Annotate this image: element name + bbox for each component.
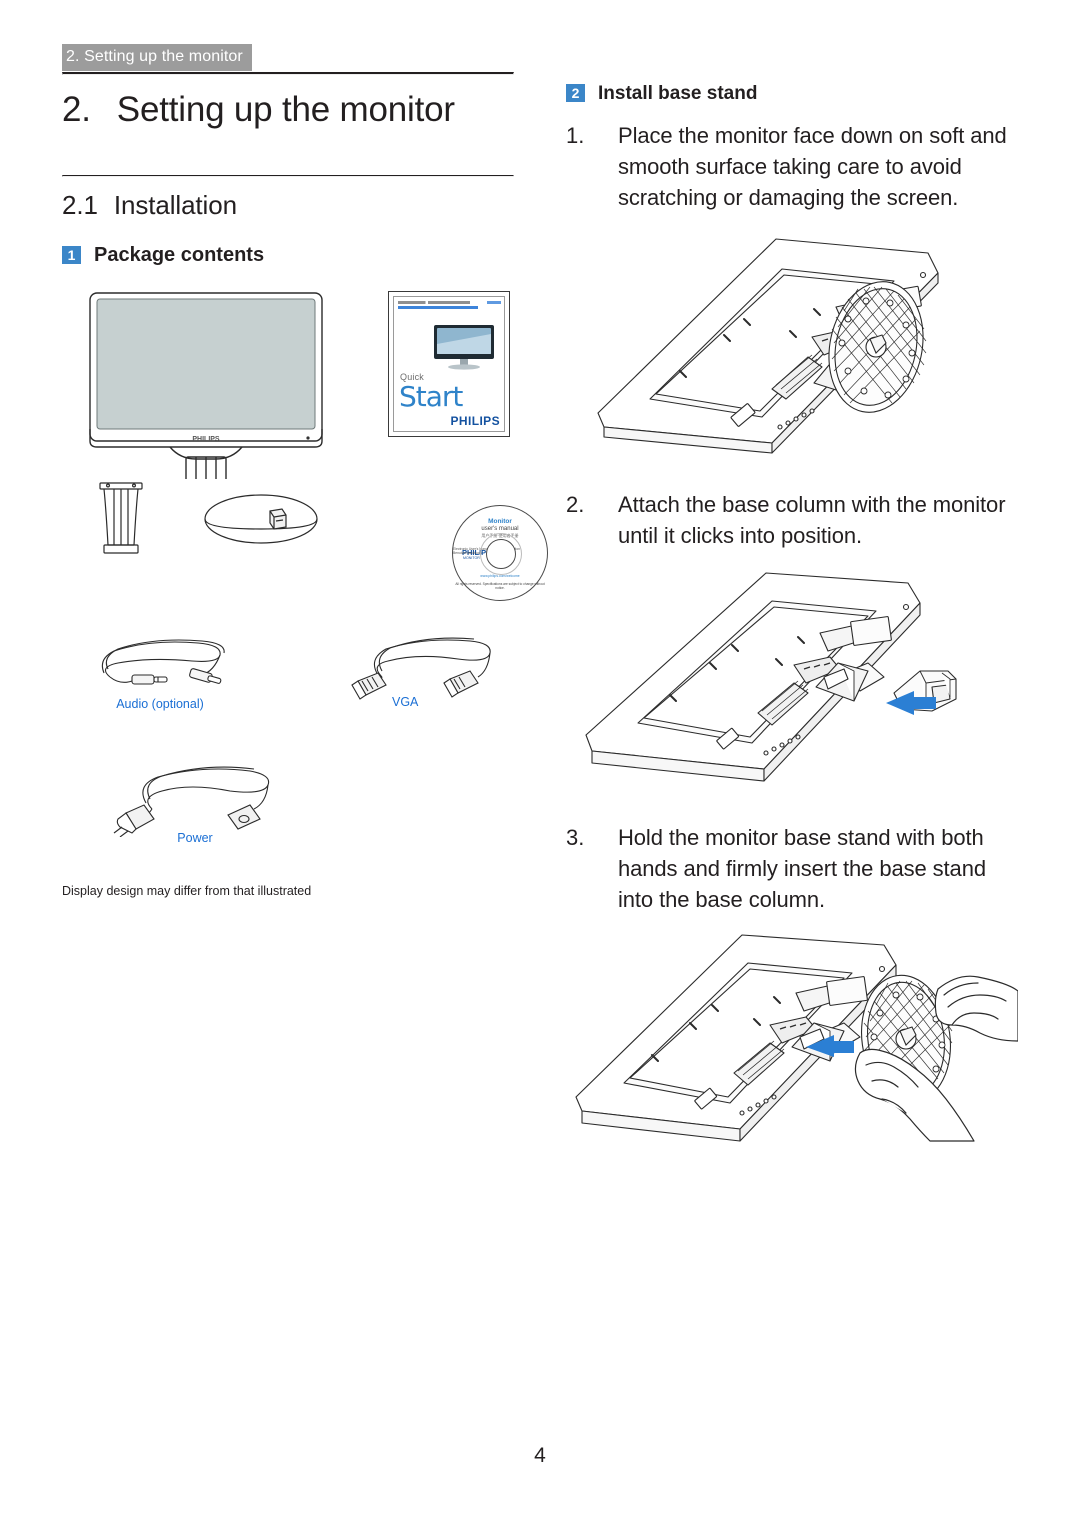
step-1-text: Place the monitor face down on soft and … <box>618 123 1007 210</box>
monitor-illustration: PHILIPS <box>89 292 323 479</box>
booklet-start-text: Start <box>399 380 463 413</box>
step-3-text: Hold the monitor base stand with both ha… <box>618 825 986 912</box>
step-1-number: 1. <box>566 123 585 148</box>
install-base-stand-label: Install base stand <box>598 83 758 104</box>
audio-cable-label: Audio (optional) <box>116 697 204 711</box>
cd-legal-text: All rights reserved. Specifications are … <box>455 581 545 590</box>
page-title: 2. Setting up the monitor <box>62 89 514 131</box>
page-number: 4 <box>534 1444 546 1467</box>
booklet-monitor-image <box>434 325 494 370</box>
step-2-number: 2. <box>566 492 585 517</box>
badge-1: 1 <box>62 246 81 264</box>
cd-illustration: Monitor user's manual 用户手册·使用者手册 PHILIPS… <box>452 505 548 601</box>
base-stand-illustration <box>204 494 318 544</box>
step-3: 3. Hold the monitor base stand with both… <box>566 822 1018 915</box>
cd-subtitle-text: user's manual <box>481 526 519 532</box>
vga-cable-illustration <box>351 637 491 700</box>
step-2: 2. Attach the base column with the monit… <box>566 489 1018 551</box>
vga-cable-label: VGA <box>392 695 419 709</box>
package-contents-figure: PHILIPS Quick Start PHILIPS Monitor user… <box>62 283 548 883</box>
svg-text:PHILIPS: PHILIPS <box>192 436 220 443</box>
step-2-text: Attach the base column with the monitor … <box>618 492 1006 548</box>
cd-philips-sublabel: MONITOR <box>463 556 480 560</box>
booklet-philips-logo: PHILIPS <box>450 414 500 428</box>
figure-insert-base-stand-with-hands <box>575 934 1018 1142</box>
package-contents-footnote: Display design may differ from that illu… <box>62 884 312 898</box>
step-1: 1. Place the monitor face down on soft a… <box>566 120 1018 213</box>
section-title: Installation <box>113 190 237 220</box>
right-column: 2 Install base stand 1. Place the monito… <box>566 82 1018 1147</box>
running-header: 2. Setting up the monitor <box>62 44 252 71</box>
chapter-rule-top <box>62 72 514 75</box>
package-contents-heading: 1 Package contents <box>62 243 514 267</box>
section-number: 2.1 <box>62 190 98 220</box>
step-3-number: 3. <box>566 825 585 850</box>
cd-title-text: Monitor <box>488 518 512 525</box>
install-base-stand-heading: 2 Install base stand <box>566 82 1018 106</box>
base-column-illustration <box>99 482 143 554</box>
section-rule <box>62 175 514 177</box>
left-column: 2. Setting up the monitor 2.1 Installation… <box>62 72 548 899</box>
figure-attach-base-column-to-monitor <box>585 572 957 782</box>
quick-start-guide-illustration: Quick Start PHILIPS <box>388 291 510 437</box>
audio-cable-illustration <box>101 639 225 685</box>
power-cable-illustration <box>113 766 270 837</box>
figure-monitor-face-down-with-base-stand <box>597 238 939 454</box>
badge-2: 2 <box>566 84 585 102</box>
chapter-number: 2. <box>62 90 91 129</box>
package-contents-label: Package contents <box>94 244 265 266</box>
section-heading: 2.1 Installation <box>62 189 514 221</box>
chapter-title: Setting up the monitor <box>116 90 455 129</box>
power-cable-label: Power <box>177 831 213 845</box>
